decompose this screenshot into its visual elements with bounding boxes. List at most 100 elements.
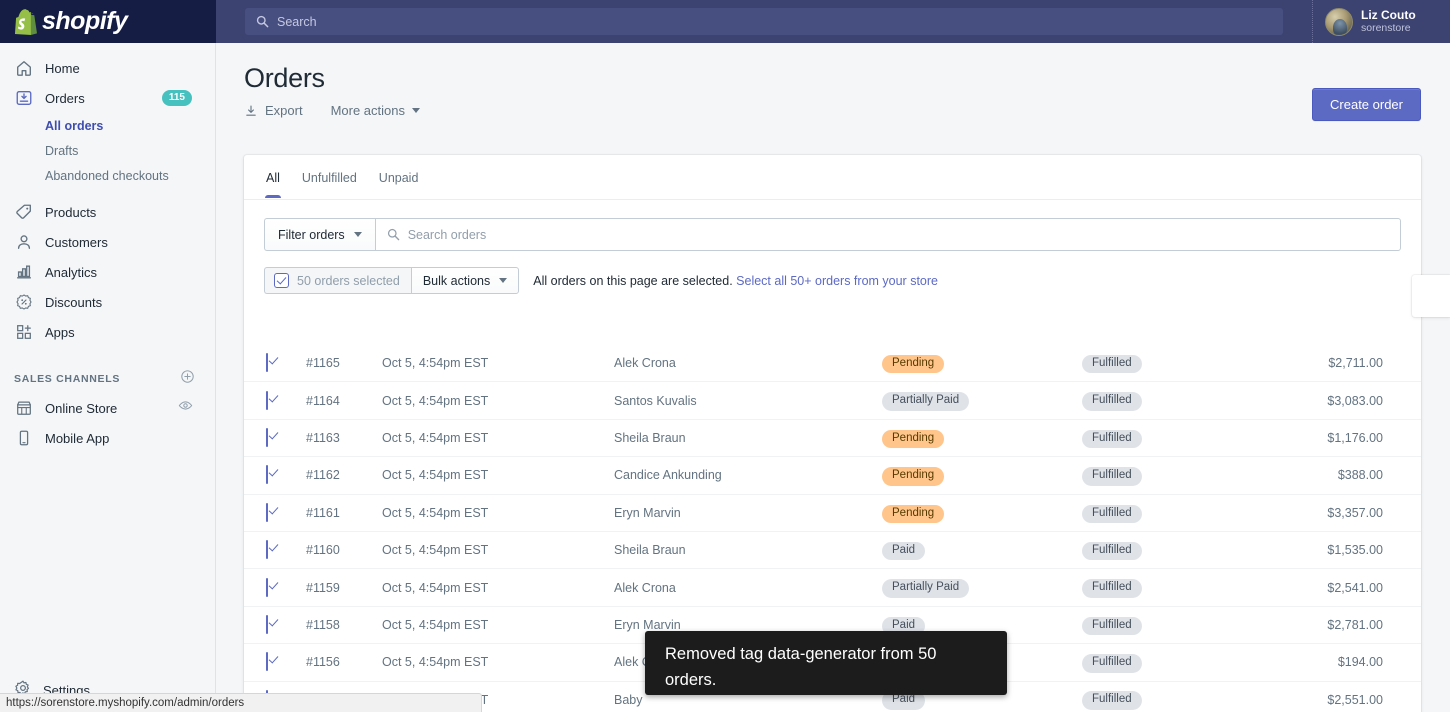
row-checkbox-cell[interactable] (266, 502, 306, 522)
tab-unfulfilled[interactable]: Unfulfilled (293, 157, 366, 198)
order-number: #1164 (306, 393, 340, 408)
global-search-input[interactable]: Search (245, 8, 1283, 35)
row-checkbox-cell[interactable] (266, 614, 306, 634)
table-row[interactable]: #1162 Oct 5, 4:54pm EST Candice Ankunding P… (244, 457, 1421, 495)
sidebar-item-analytics[interactable]: Analytics (0, 257, 215, 287)
select-all-checkbox-group[interactable]: 50 orders selected (264, 267, 411, 294)
table-row[interactable]: #1163 Oct 5, 4:54pm EST Sheila Braun Pendin… (244, 420, 1421, 458)
add-sales-channel-icon[interactable] (180, 369, 195, 389)
table-row[interactable]: #1164 Oct 5, 4:54pm EST Santos Kuvalis Part… (244, 382, 1421, 420)
order-date: Oct 5, 4:54pm EST (382, 505, 489, 520)
sidebar-item-home[interactable]: Home (0, 53, 215, 83)
filter-orders-button[interactable]: Filter orders (264, 218, 375, 251)
fulfillment-status-cell: Fulfilled (1082, 540, 1297, 561)
customers-icon (14, 232, 34, 252)
row-checkbox[interactable] (266, 465, 268, 485)
discounts-icon (14, 292, 34, 312)
create-order-button[interactable]: Create order (1312, 88, 1421, 121)
row-checkbox-cell[interactable] (266, 652, 306, 672)
search-icon (256, 15, 269, 28)
row-checkbox[interactable] (266, 390, 268, 410)
row-checkbox[interactable] (266, 353, 268, 373)
order-number: #1158 (306, 617, 340, 632)
sidebar-label-online-store: Online Store (45, 400, 118, 416)
shopify-bag-icon (14, 8, 37, 35)
eye-icon[interactable] (178, 398, 193, 418)
store-name: sorenstore (1361, 22, 1411, 35)
search-icon (387, 228, 399, 241)
select-all-checkbox[interactable] (274, 273, 289, 288)
row-checkbox-cell[interactable] (266, 353, 306, 373)
order-total: $3,083.00 (1327, 393, 1383, 408)
sidebar-label-analytics: Analytics (45, 264, 98, 280)
row-checkbox-cell[interactable] (266, 427, 306, 447)
row-checkbox-cell[interactable] (266, 577, 306, 597)
main-content: Orders Export More actions Create order … (216, 43, 1450, 712)
avatar (1325, 7, 1353, 36)
filter-row: Filter orders Search orders (244, 200, 1421, 251)
orders-icon (14, 88, 34, 108)
order-date: Oct 5, 4:54pm EST (382, 617, 489, 632)
fulfillment-status-badge: Fulfilled (1082, 467, 1142, 486)
fulfillment-status-cell: Fulfilled (1082, 353, 1297, 374)
page-actions: Export More actions (216, 94, 1450, 118)
table-row[interactable]: #1159 Oct 5, 4:54pm EST Alek Crona Partiall… (244, 569, 1421, 607)
more-actions-label: More actions (330, 103, 405, 118)
sidebar-item-products[interactable]: Products (0, 197, 215, 227)
row-checkbox[interactable] (266, 652, 268, 672)
sidebar-item-all-orders[interactable]: All orders (0, 113, 215, 138)
right-edge-panel (1412, 275, 1450, 317)
row-checkbox-cell[interactable] (266, 540, 306, 560)
order-number: #1161 (306, 505, 340, 520)
bulk-note-text: All orders on this page are selected. (533, 273, 733, 288)
tab-all[interactable]: All (257, 157, 289, 198)
order-customer: Alek Crona (614, 580, 676, 595)
sidebar-item-discounts[interactable]: Discounts (0, 287, 215, 317)
sidebar-item-abandoned-checkouts[interactable]: Abandoned checkouts (0, 163, 215, 188)
row-checkbox[interactable] (266, 502, 268, 522)
fulfillment-status-badge: Fulfilled (1082, 654, 1142, 673)
row-checkbox[interactable] (266, 427, 268, 447)
sidebar-item-customers[interactable]: Customers (0, 227, 215, 257)
select-all-store-link[interactable]: Select all 50+ orders from your store (736, 274, 938, 288)
sidebar-item-apps[interactable]: Apps (0, 317, 215, 347)
sidebar-item-mobile-app[interactable]: Mobile App (0, 423, 215, 453)
order-customer: Santos Kuvalis (614, 393, 697, 408)
export-button[interactable]: Export (244, 103, 303, 118)
row-checkbox[interactable] (266, 614, 268, 634)
sidebar-item-online-store[interactable]: Online Store (0, 393, 215, 423)
user-menu[interactable]: Liz Couto sorenstore (1312, 0, 1450, 43)
payment-status-cell: Pending (882, 503, 1082, 523)
home-icon (14, 58, 34, 78)
fulfillment-status-cell: Fulfilled (1082, 615, 1297, 636)
selected-count-label: 50 orders selected (297, 273, 400, 288)
fulfillment-status-badge: Fulfilled (1082, 579, 1142, 598)
order-total: $1,176.00 (1327, 430, 1383, 445)
sidebar-item-drafts[interactable]: Drafts (0, 138, 215, 163)
order-customer: Eryn Marvin (614, 617, 681, 632)
store-icon (14, 398, 34, 418)
sales-channels-title: SALES CHANNELS (14, 373, 121, 385)
table-row[interactable]: #1160 Oct 5, 4:54pm EST Sheila Braun Paid Fu… (244, 532, 1421, 570)
more-actions-button[interactable]: More actions (331, 103, 420, 118)
fulfillment-status-cell: Fulfilled (1082, 577, 1297, 598)
sidebar-label-home: Home (45, 60, 80, 76)
shopify-logo-area[interactable]: shopify (0, 0, 216, 43)
order-total: $388.00 (1337, 468, 1383, 483)
sidebar-item-orders[interactable]: Orders 115 (0, 83, 215, 113)
tab-unpaid[interactable]: Unpaid (370, 157, 428, 198)
table-row[interactable]: #1161 Oct 5, 4:54pm EST Eryn Marvin Pending… (244, 495, 1421, 532)
fulfillment-status-badge: Fulfilled (1082, 429, 1142, 449)
row-checkbox[interactable] (266, 577, 268, 597)
row-checkbox-cell[interactable] (266, 390, 306, 410)
search-orders-input[interactable]: Search orders (374, 218, 1401, 251)
row-checkbox-cell[interactable] (266, 465, 306, 485)
payment-status-badge: Pending (882, 354, 945, 374)
order-date: Oct 5, 4:54pm EST (382, 580, 489, 595)
table-row[interactable]: #1165 Oct 5, 4:54pm EST Alek Crona Pending F… (244, 345, 1421, 383)
order-date: Oct 5, 4:54pm EST (382, 655, 489, 670)
row-checkbox[interactable] (266, 540, 268, 560)
sidebar-label-orders: Orders (45, 90, 85, 106)
order-date: Oct 5, 4:54pm EST (382, 543, 489, 558)
bulk-actions-button[interactable]: Bulk actions (410, 267, 520, 294)
